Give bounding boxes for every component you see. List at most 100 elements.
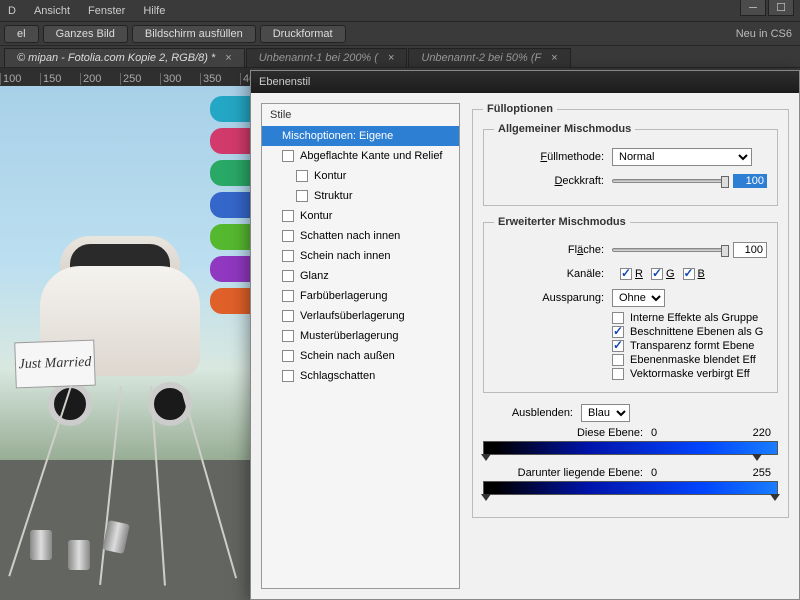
style-item[interactable]: Kontur bbox=[262, 206, 459, 226]
option-button-fitall[interactable]: Ganzes Bild bbox=[43, 25, 128, 43]
style-label: Schlagschatten bbox=[300, 370, 375, 382]
blend-option-checkbox[interactable] bbox=[612, 312, 624, 324]
style-item[interactable]: Kontur bbox=[262, 166, 459, 186]
style-checkbox[interactable] bbox=[282, 290, 294, 302]
close-icon[interactable]: × bbox=[551, 52, 557, 64]
blend-mode-select[interactable]: Normal bbox=[612, 148, 752, 166]
knockout-select[interactable]: Ohne bbox=[612, 289, 665, 307]
style-label: Farbüberlagerung bbox=[300, 290, 387, 302]
style-item[interactable]: Schein nach außen bbox=[262, 346, 459, 366]
styles-heading: Stile bbox=[262, 104, 459, 126]
blendif-label: Ausblenden: bbox=[483, 407, 573, 419]
menu-item[interactable]: D bbox=[8, 5, 16, 17]
style-item[interactable]: Musterüberlagerung bbox=[262, 326, 459, 346]
channels-label: Kanäle: bbox=[494, 268, 604, 280]
style-label: Struktur bbox=[314, 190, 353, 202]
style-checkbox[interactable] bbox=[282, 150, 294, 162]
blend-option-row: Interne Effekte als Gruppe bbox=[612, 312, 767, 324]
style-checkbox[interactable] bbox=[282, 350, 294, 362]
fill-options-group: Fülloptionen Allgemeiner Mischmodus Füll… bbox=[472, 103, 789, 518]
style-item[interactable]: Glanz bbox=[262, 266, 459, 286]
canvas-area: 10015020025030035040 Just Married bbox=[0, 68, 250, 600]
blend-option-row: Vektormaske verbirgt Eff bbox=[612, 368, 767, 380]
close-icon[interactable]: × bbox=[225, 52, 231, 64]
style-label: Kontur bbox=[300, 210, 332, 222]
style-item[interactable]: Schein nach innen bbox=[262, 246, 459, 266]
blend-option-row: Ebenenmaske blendet Eff bbox=[612, 354, 767, 366]
style-label: Abgeflachte Kante und Relief bbox=[300, 150, 443, 162]
opacity-value[interactable]: 100 bbox=[733, 174, 767, 188]
style-item[interactable]: Abgeflachte Kante und Relief bbox=[262, 146, 459, 166]
blendif-select[interactable]: Blau bbox=[581, 404, 630, 422]
this-layer-label: Diese Ebene: bbox=[483, 427, 643, 439]
channel-r-checkbox[interactable] bbox=[620, 268, 632, 280]
channel-g-checkbox[interactable] bbox=[651, 268, 663, 280]
blend-option-checkbox[interactable] bbox=[612, 354, 624, 366]
style-checkbox[interactable] bbox=[282, 230, 294, 242]
style-checkbox[interactable] bbox=[296, 190, 308, 202]
document-tabs: © mipan - Fotolia.com Kopie 2, RGB/8) *×… bbox=[0, 46, 800, 68]
channel-b-checkbox[interactable] bbox=[683, 268, 695, 280]
menu-item[interactable]: Hilfe bbox=[143, 5, 165, 17]
style-checkbox[interactable] bbox=[296, 170, 308, 182]
blend-option-label: Ebenenmaske blendet Eff bbox=[630, 354, 756, 366]
minimize-button[interactable]: ─ bbox=[740, 0, 766, 16]
maximize-button[interactable]: ☐ bbox=[768, 0, 794, 16]
whatsnew-link[interactable]: Neu in CS6 bbox=[736, 28, 792, 40]
license-plate: Just Married bbox=[14, 340, 96, 389]
underlying-slider[interactable] bbox=[483, 481, 778, 495]
blend-option-checkbox[interactable] bbox=[612, 326, 624, 338]
menu-item[interactable]: Fenster bbox=[88, 5, 125, 17]
fill-options-legend: Fülloptionen bbox=[483, 103, 557, 115]
option-button-fillscreen[interactable]: Bildschirm ausfüllen bbox=[132, 25, 256, 43]
this-layer-slider[interactable] bbox=[483, 441, 778, 455]
style-item[interactable]: Struktur bbox=[262, 186, 459, 206]
knockout-label: Aussparung: bbox=[494, 292, 604, 304]
close-icon[interactable]: × bbox=[388, 52, 394, 64]
tab-label: Unbenannt-1 bei 200% ( bbox=[259, 52, 378, 64]
style-checkbox[interactable] bbox=[282, 250, 294, 262]
blend-option-checkbox[interactable] bbox=[612, 340, 624, 352]
dialog-title: Ebenenstil bbox=[251, 71, 799, 93]
document-tab[interactable]: Unbenannt-2 bei 50% (F× bbox=[408, 48, 570, 67]
style-checkbox[interactable] bbox=[282, 210, 294, 222]
style-item[interactable]: Schatten nach innen bbox=[262, 226, 459, 246]
underlying-label: Darunter liegende Ebene: bbox=[483, 467, 643, 479]
fill-opacity-slider[interactable] bbox=[612, 248, 727, 252]
document-tab[interactable]: Unbenannt-1 bei 200% ( × bbox=[246, 48, 408, 67]
blend-option-checkbox[interactable] bbox=[612, 368, 624, 380]
styles-list: Stile Mischoptionen: Eigene Abgeflachte K… bbox=[261, 103, 460, 589]
general-blend-legend: Allgemeiner Mischmodus bbox=[494, 123, 635, 135]
this-low-value: 0 bbox=[651, 427, 711, 439]
style-item[interactable]: Schlagschatten bbox=[262, 366, 459, 386]
layer-style-dialog: Ebenenstil Stile Mischoptionen: Eigene Ab… bbox=[250, 70, 800, 600]
style-checkbox[interactable] bbox=[282, 270, 294, 282]
option-button-printsize[interactable]: Druckformat bbox=[260, 25, 346, 43]
blend-mode-label: Füllmethode: bbox=[494, 151, 604, 163]
blend-option-label: Transparenz formt Ebene bbox=[630, 340, 754, 352]
opacity-slider[interactable] bbox=[612, 179, 727, 183]
style-checkbox[interactable] bbox=[282, 310, 294, 322]
style-label: Musterüberlagerung bbox=[300, 330, 398, 342]
style-item[interactable]: Farbüberlagerung bbox=[262, 286, 459, 306]
fill-opacity-label: Fläche: bbox=[494, 244, 604, 256]
fill-opacity-value[interactable] bbox=[733, 242, 767, 258]
canvas[interactable]: Just Married bbox=[0, 86, 250, 600]
menu-item[interactable]: Ansicht bbox=[34, 5, 70, 17]
style-label: Schatten nach innen bbox=[300, 230, 400, 242]
style-checkbox[interactable] bbox=[282, 370, 294, 382]
option-button[interactable]: el bbox=[4, 25, 39, 43]
style-label: Mischoptionen: Eigene bbox=[282, 130, 393, 142]
style-label: Schein nach innen bbox=[300, 250, 391, 262]
opacity-label: Deckkraft: bbox=[494, 175, 604, 187]
style-item[interactable]: Mischoptionen: Eigene bbox=[262, 126, 459, 146]
style-label: Kontur bbox=[314, 170, 346, 182]
document-tab[interactable]: © mipan - Fotolia.com Kopie 2, RGB/8) *× bbox=[4, 48, 245, 67]
under-high-value: 255 bbox=[711, 467, 771, 479]
style-label: Glanz bbox=[300, 270, 329, 282]
blend-option-label: Beschnittene Ebenen als G bbox=[630, 326, 763, 338]
options-bar: el Ganzes Bild Bildschirm ausfüllen Druc… bbox=[0, 22, 800, 46]
style-item[interactable]: Verlaufsüberlagerung bbox=[262, 306, 459, 326]
under-low-value: 0 bbox=[651, 467, 711, 479]
style-checkbox[interactable] bbox=[282, 330, 294, 342]
